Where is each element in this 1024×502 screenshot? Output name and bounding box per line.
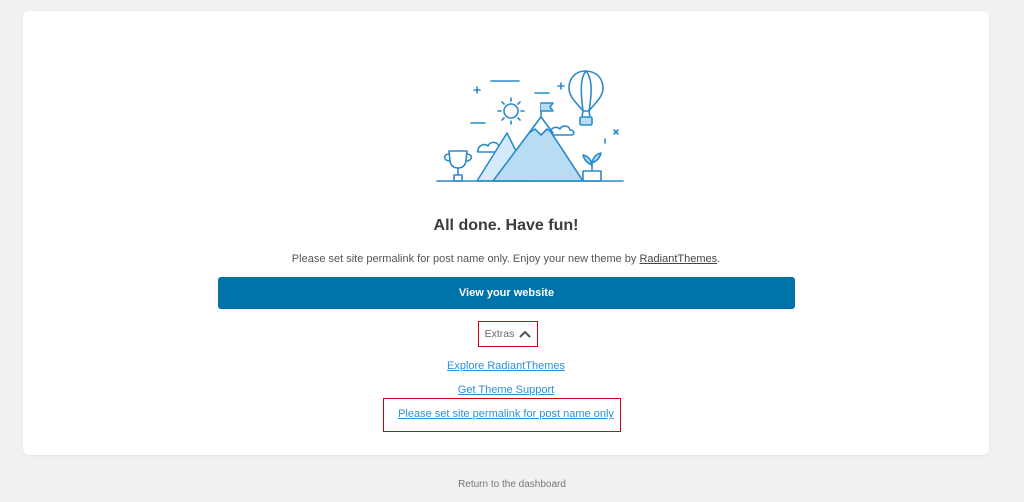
- chevron-up-icon: [519, 331, 531, 338]
- highlight-box: [383, 398, 621, 432]
- view-website-button[interactable]: View your website: [218, 277, 795, 309]
- setup-complete-card: All done. Have fun! Please set site perm…: [23, 11, 989, 455]
- extras-toggle[interactable]: Extras: [478, 321, 538, 347]
- subtitle-suffix: .: [717, 253, 721, 265]
- return-dashboard-link[interactable]: Return to the dashboard: [0, 479, 1024, 490]
- extras-label: Extras: [484, 328, 515, 340]
- mountain-balloon-illustration: [436, 70, 624, 182]
- get-theme-support-link[interactable]: Get Theme Support: [23, 384, 989, 396]
- radiantthemes-link[interactable]: RadiantThemes: [639, 253, 717, 265]
- explore-radiantthemes-link[interactable]: Explore RadiantThemes: [23, 360, 989, 372]
- subtitle-text: Please set site permalink for post name …: [291, 253, 640, 265]
- setup-subtitle: Please set site permalink for post name …: [23, 253, 989, 265]
- page-title: All done. Have fun!: [433, 217, 579, 234]
